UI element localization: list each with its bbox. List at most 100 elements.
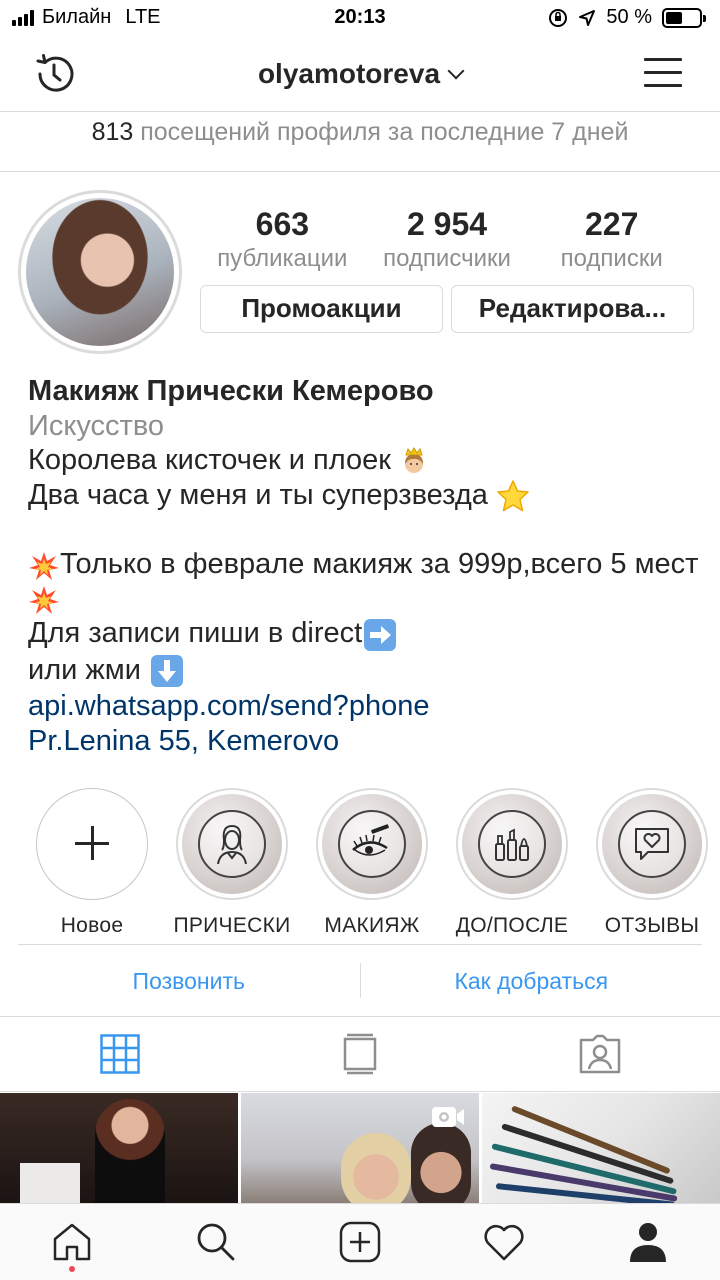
post-image-detail: [20, 1163, 80, 1203]
bottom-navigation: [0, 1203, 720, 1280]
add-post-icon: [339, 1221, 381, 1263]
post-image-detail: [411, 1123, 471, 1203]
nav-new-post[interactable]: [288, 1204, 432, 1280]
battery-icon: [662, 7, 706, 28]
profile-actions: Промоакции Редактирова...: [200, 285, 694, 333]
posts-grid: [0, 1093, 720, 1203]
stat-value: 2 954: [406, 206, 488, 242]
call-button[interactable]: Позвонить: [18, 945, 360, 1016]
highlight-hairstyles[interactable]: ПРИЧЕСКИ: [162, 788, 302, 938]
bio-spacer: [28, 513, 708, 548]
chevron-down-icon: [447, 62, 465, 80]
contact-row: Позвонить Как добраться: [18, 944, 702, 1016]
profile-header: olyamotoreva: [0, 36, 720, 112]
story-highlights: Новое ПРИЧЕСКИ МАКИЯЖ ДО/ПОСЛЕ ОТЗЫВЫ: [22, 788, 720, 938]
stat-value: 663: [255, 206, 310, 242]
bio-line-text: или жми: [28, 653, 141, 686]
bio-line-text: Только в феврале макияж за 999р,всего 5 …: [60, 548, 699, 581]
profile-tabs: [0, 1016, 720, 1092]
bio-line: Только в феврале макияж за 999р,всего 5 …: [28, 547, 708, 616]
grid-icon: [100, 1034, 140, 1074]
highlight-ring: [316, 788, 428, 900]
battery-percent: 50 %: [606, 6, 652, 28]
promotions-button[interactable]: Промоакции: [200, 285, 443, 333]
highlight-ring: [176, 788, 288, 900]
princess-emoji-icon: [405, 447, 423, 474]
plus-icon: [75, 826, 109, 860]
stat-label: публикации: [217, 245, 348, 272]
bio-line-text: Для записи пиши в direct: [28, 617, 363, 650]
down-arrow-emoji-icon: [150, 655, 183, 688]
bio-line-text: Королева кисточек и плоек: [28, 444, 391, 476]
stat-label: подписчики: [383, 245, 511, 272]
tab-grid[interactable]: [0, 1017, 240, 1091]
status-right: 50 %: [548, 6, 706, 29]
stat-label: подписки: [560, 245, 663, 272]
highlight-label: ПРИЧЕСКИ: [173, 914, 291, 937]
orientation-lock-icon: [549, 8, 568, 27]
username-switcher[interactable]: olyamotoreva: [0, 58, 720, 90]
visits-count: 813: [91, 118, 134, 146]
highlight-ring: [456, 788, 568, 900]
collision-emoji-icon: [29, 586, 59, 615]
post-thumbnail[interactable]: [482, 1093, 720, 1203]
stat-followers[interactable]: 2 954 подписчики: [365, 204, 530, 274]
highlight-label: Новое: [60, 914, 124, 937]
highlight-makeup[interactable]: МАКИЯЖ: [302, 788, 442, 938]
profile-photo: [26, 198, 174, 346]
heart-message-icon: [635, 828, 669, 860]
directions-button[interactable]: Как добраться: [361, 945, 703, 1016]
heart-icon: [484, 1224, 524, 1261]
profile-category: Искусство: [28, 409, 165, 442]
search-icon: [197, 1223, 235, 1261]
bio-line: или жми: [28, 653, 708, 689]
tab-tagged[interactable]: [480, 1017, 720, 1091]
video-icon: [432, 1107, 464, 1127]
cosmetics-icon: [495, 828, 529, 861]
stat-value: 227: [584, 206, 639, 242]
profile-bio: Макияж Прически Кемерово Искусство Корол…: [28, 374, 708, 758]
stat-following[interactable]: 227 подписки: [529, 204, 694, 274]
username-label: olyamotoreva: [257, 58, 441, 89]
visits-text: посещений профиля за последние 7 дней: [133, 118, 629, 146]
profile-stats: 663 публикации 2 954 подписчики 227 подп…: [200, 204, 694, 274]
menu-icon[interactable]: [644, 58, 682, 90]
location-arrow-icon: [579, 9, 596, 26]
bio-website-link[interactable]: api.whatsapp.com/send?phone: [28, 689, 708, 724]
nav-home[interactable]: [0, 1204, 144, 1280]
highlight-new[interactable]: Новое: [22, 788, 162, 938]
post-image-detail: [95, 1099, 165, 1203]
post-image-detail: [341, 1133, 411, 1203]
collision-emoji-icon: [29, 551, 59, 580]
bio-line-text: Два часа у меня и ты суперзвезда: [28, 478, 488, 511]
nav-profile[interactable]: [576, 1204, 720, 1280]
notification-dot: [69, 1266, 75, 1272]
nav-activity[interactable]: [432, 1204, 576, 1280]
avatar[interactable]: [18, 190, 182, 354]
highlight-before-after[interactable]: ДО/ПОСЛЕ: [442, 788, 582, 938]
highlight-label: МАКИЯЖ: [324, 914, 420, 937]
highlight-reviews[interactable]: ОТЗЫВЫ: [582, 788, 720, 938]
post-thumbnail[interactable]: [241, 1093, 479, 1203]
bio-line: Для записи пиши в direct: [28, 616, 708, 652]
profile-visits-banner[interactable]: 813 посещений профиля за последние 7 дне…: [0, 112, 720, 172]
post-thumbnail[interactable]: [0, 1093, 238, 1203]
eye-mascara-icon: [352, 824, 389, 856]
tab-igtv[interactable]: [240, 1017, 480, 1091]
highlight-label: ОТЗЫВЫ: [604, 914, 700, 937]
highlight-label: ДО/ПОСЛЕ: [455, 914, 569, 937]
edit-profile-button[interactable]: Редактирова...: [451, 285, 694, 333]
profile-icon: [630, 1223, 666, 1262]
profile-name: Макияж Прически Кемерово: [28, 375, 434, 407]
highlight-ring: [36, 788, 148, 900]
bio-address-link[interactable]: Pr.Lenina 55, Kemerovo: [28, 724, 708, 759]
right-arrow-emoji-icon: [364, 618, 397, 651]
bio-line: Два часа у меня и ты суперзвезда: [28, 478, 708, 513]
tagged-person-icon: [579, 1034, 621, 1074]
stat-posts[interactable]: 663 публикации: [200, 204, 365, 274]
igtv-icon: [343, 1033, 377, 1075]
highlight-ring: [596, 788, 708, 900]
nav-search[interactable]: [144, 1204, 288, 1280]
status-bar: Билайн LTE 20:13 50 %: [0, 0, 720, 36]
star-emoji-icon: [497, 480, 529, 512]
